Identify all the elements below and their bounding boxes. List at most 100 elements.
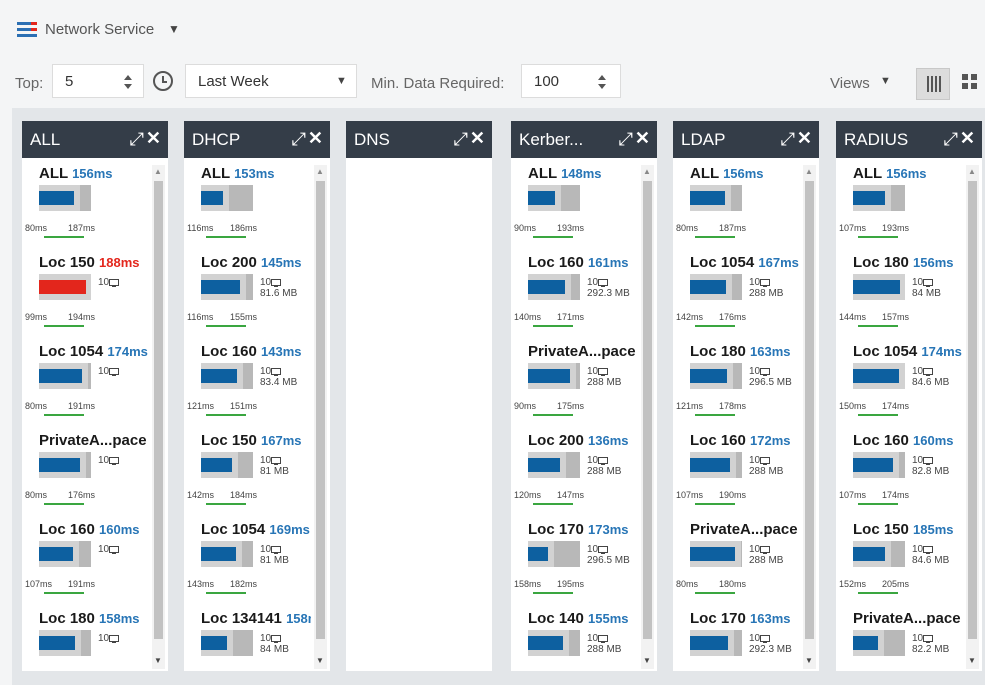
- location-card[interactable]: PrivateA...pace 10 82.2 MB: [836, 610, 966, 671]
- location-card[interactable]: Loc 134141 158ms 1084 MB: [184, 610, 314, 671]
- client-count-value: 10: [912, 277, 924, 288]
- close-icon[interactable]: ✕: [470, 128, 485, 149]
- expand-icon[interactable]: ⤢: [944, 129, 958, 150]
- response-time: 185ms: [913, 522, 954, 537]
- location-card[interactable]: Loc 150 185ms 10 84.6 MB 152ms 205ms: [836, 521, 966, 610]
- expand-icon[interactable]: ⤢: [781, 129, 795, 150]
- top-stepper[interactable]: 5: [52, 64, 144, 98]
- stepper-arrows-icon[interactable]: [123, 73, 133, 91]
- min-data-stepper[interactable]: 100: [521, 64, 621, 98]
- scrollbar-thumb[interactable]: [805, 181, 814, 639]
- location-title: Loc 140 155ms: [528, 610, 638, 627]
- scrollbar[interactable]: ▲ ▼: [966, 165, 979, 669]
- location-card[interactable]: Loc 170 163ms 10 292.3 MB: [673, 610, 803, 671]
- client-count-value: 10: [749, 544, 761, 555]
- response-bar-value: [690, 191, 725, 205]
- range-min: 80ms: [676, 579, 699, 589]
- location-card[interactable]: Loc 160 143ms 10 83.4 MB 121ms 151ms: [184, 343, 314, 432]
- location-card[interactable]: Loc 140 155ms 10 288 MB: [511, 610, 641, 671]
- scrollbar[interactable]: ▲ ▼: [152, 165, 165, 669]
- location-card[interactable]: Loc 200 145ms 10 81.6 MB 116ms 155ms: [184, 254, 314, 343]
- client-count-value: 10: [587, 633, 599, 644]
- location-card[interactable]: PrivateA...pace 10 80ms 176ms: [22, 432, 152, 521]
- location-card[interactable]: Loc 160 160ms 10 107ms 191ms: [22, 521, 152, 610]
- location-card[interactable]: Loc 170 173ms 10 296.5 MB 158ms 195ms: [511, 521, 641, 610]
- views-menu[interactable]: Views: [830, 75, 870, 92]
- response-time: 173ms: [588, 522, 629, 537]
- location-card[interactable]: ALL 156ms 80ms 187ms: [22, 165, 152, 254]
- scrollbar-thumb[interactable]: [968, 181, 977, 639]
- location-card[interactable]: Loc 1054 167ms 10 288 MB 142ms 176ms: [673, 254, 803, 343]
- close-icon[interactable]: ✕: [308, 128, 323, 149]
- location-card[interactable]: Loc 200 136ms 10 288 MB 120ms 147ms: [511, 432, 641, 521]
- location-card[interactable]: ALL 148ms 90ms 193ms: [511, 165, 641, 254]
- expand-icon[interactable]: ⤢: [619, 129, 633, 150]
- location-card[interactable]: Loc 160 172ms 10 288 MB 107ms 190ms: [673, 432, 803, 521]
- location-card[interactable]: PrivateA...pace 10 288 MB 80ms 180ms: [673, 521, 803, 610]
- location-card[interactable]: Loc 180 158ms 10: [22, 610, 152, 671]
- service-dropdown-caret-icon[interactable]: ▼: [168, 22, 180, 36]
- close-icon[interactable]: ✕: [960, 128, 975, 149]
- location-card[interactable]: Loc 180 163ms 10 296.5 MB 121ms 178ms: [673, 343, 803, 432]
- period-select[interactable]: Last Week ▼: [185, 64, 357, 98]
- location-card[interactable]: Loc 160 160ms 10 82.8 MB 107ms 174ms: [836, 432, 966, 521]
- client-count: 10: [912, 544, 934, 555]
- location-card[interactable]: Loc 160 161ms 10 292.3 MB 140ms 171ms: [511, 254, 641, 343]
- scrollbar-thumb[interactable]: [643, 181, 652, 639]
- data-size: 84 MB: [260, 644, 289, 655]
- location-card[interactable]: Loc 1054 169ms 10 81 MB 143ms 182ms: [184, 521, 314, 610]
- expand-icon[interactable]: ⤢: [292, 129, 306, 150]
- response-range: 90ms 193ms: [511, 223, 623, 238]
- scroll-up-icon[interactable]: ▲: [154, 167, 162, 176]
- chevron-down-icon[interactable]: ▼: [880, 75, 891, 87]
- response-range: 90ms 175ms: [511, 401, 623, 416]
- expand-icon[interactable]: ⤢: [454, 129, 468, 150]
- response-range: 121ms 151ms: [184, 401, 296, 416]
- column-view-button[interactable]: [916, 68, 950, 100]
- trend-line: [206, 592, 246, 594]
- client-count-value: 10: [749, 277, 761, 288]
- range-min: 80ms: [25, 490, 48, 500]
- location-card[interactable]: Loc 1054 174ms 10 80ms 191ms: [22, 343, 152, 432]
- scrollbar[interactable]: ▲ ▼: [641, 165, 654, 669]
- location-card[interactable]: ALL 156ms 80ms 187ms: [673, 165, 803, 254]
- response-range: 107ms 174ms: [836, 490, 948, 505]
- scroll-up-icon[interactable]: ▲: [643, 167, 651, 176]
- client-count-value: 10: [749, 366, 761, 377]
- scroll-down-icon[interactable]: ▼: [805, 656, 813, 665]
- scroll-down-icon[interactable]: ▼: [643, 656, 651, 665]
- scrollbar[interactable]: ▲ ▼: [314, 165, 327, 669]
- trend-line: [533, 592, 573, 594]
- location-card[interactable]: Loc 150 167ms 10 81 MB 142ms 184ms: [184, 432, 314, 521]
- client-count: 10: [912, 277, 934, 288]
- page-header: Network Service ▼: [0, 0, 985, 58]
- close-icon[interactable]: ✕: [635, 128, 650, 149]
- close-icon[interactable]: ✕: [146, 128, 161, 149]
- location-card[interactable]: PrivateA...pace 10 288 MB 90ms 175ms: [511, 343, 641, 432]
- scrollbar-thumb[interactable]: [154, 181, 163, 639]
- location-card[interactable]: Loc 180 156ms 10 84 MB 144ms 157ms: [836, 254, 966, 343]
- monitor-icon: [923, 635, 934, 643]
- response-time: 155ms: [588, 611, 629, 626]
- range-min: 143ms: [187, 579, 215, 589]
- grid-view-button[interactable]: [962, 74, 978, 90]
- expand-icon[interactable]: ⤢: [130, 129, 144, 150]
- scroll-up-icon[interactable]: ▲: [316, 167, 324, 176]
- scroll-down-icon[interactable]: ▼: [316, 656, 324, 665]
- location-card[interactable]: ALL 153ms 116ms 186ms: [184, 165, 314, 254]
- scrollbar-thumb[interactable]: [316, 181, 325, 639]
- location-card[interactable]: ALL 156ms 107ms 193ms: [836, 165, 966, 254]
- scroll-up-icon[interactable]: ▲: [968, 167, 976, 176]
- scroll-down-icon[interactable]: ▼: [154, 656, 162, 665]
- scroll-down-icon[interactable]: ▼: [968, 656, 976, 665]
- stepper-arrows-icon[interactable]: [597, 73, 607, 91]
- page-title[interactable]: Network Service: [45, 21, 154, 38]
- scrollbar[interactable]: ▲ ▼: [803, 165, 816, 669]
- location-card[interactable]: Loc 150 188ms 10 99ms 194ms: [22, 254, 152, 343]
- location-title: Loc 150 188ms: [39, 254, 149, 271]
- location-name: Loc 160: [853, 432, 909, 449]
- close-icon[interactable]: ✕: [797, 128, 812, 149]
- scroll-up-icon[interactable]: ▲: [805, 167, 813, 176]
- location-card[interactable]: Loc 1054 174ms 10 84.6 MB 150ms 174ms: [836, 343, 966, 432]
- range-max: 194ms: [68, 312, 96, 322]
